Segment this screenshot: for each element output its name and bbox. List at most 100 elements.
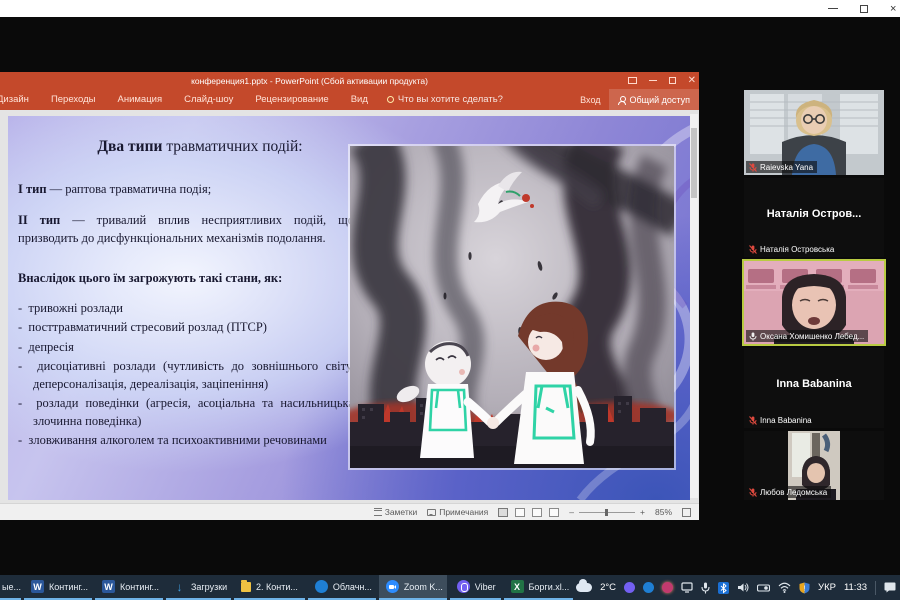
tab-slideshow[interactable]: Слайд-шоу (173, 94, 244, 105)
projector-tray-icon[interactable] (757, 583, 770, 593)
participant-display-name: Наталія Остров... (744, 208, 884, 220)
cloud-tray-icon[interactable] (643, 582, 654, 593)
lightbulb-icon (387, 96, 394, 103)
share-button[interactable]: Общий доступ (609, 89, 699, 110)
taskbar-item-excel[interactable]: X Борги.xl... (504, 575, 574, 600)
muted-mic-icon (749, 245, 757, 254)
participant-name-tag: Любов Ледомська (746, 486, 831, 498)
taskbar-item-word-2[interactable]: W Континг... (95, 575, 163, 600)
ribbon-options-icon[interactable] (628, 77, 637, 84)
microphone-tray-icon[interactable] (701, 582, 710, 594)
zoom-app-icon (386, 580, 399, 593)
powerpoint-titlebar: конференция1.pptx - PowerPoint (Сбой акт… (0, 72, 699, 89)
bullet-item: дисоціативні розлади (чутливість до зовн… (18, 358, 354, 393)
participant-name-tag: Наталія Островська (746, 243, 838, 255)
participant-name-tag: Оксана Хомишенко Лебед... (746, 330, 868, 342)
wifi-tray-icon[interactable] (778, 582, 791, 593)
participant-name-tag: Inna Babanina (746, 414, 816, 426)
powerpoint-window: конференция1.pptx - PowerPoint (Сбой акт… (0, 72, 699, 520)
tray-separator (875, 581, 876, 595)
bullet-item: розлади поведінки (агресія, асоціальна т… (18, 395, 354, 430)
comments-button[interactable]: Примечания (427, 507, 488, 517)
slideshow-view-icon[interactable] (549, 508, 559, 517)
bullet-item: посттравматичний стресовий розлад (ПТСР) (18, 319, 354, 337)
language-indicator[interactable]: УКР (818, 582, 836, 593)
sign-in-button[interactable]: Вход (572, 95, 608, 105)
taskbar-item-word-1[interactable]: W Континг... (24, 575, 92, 600)
bullet-item: зловживання алкоголем та психоактивними … (18, 432, 354, 450)
slide-paragraph-type1: І тип — раптова травматична подія; (18, 180, 354, 198)
display-tray-icon[interactable] (681, 582, 693, 593)
muted-mic-icon (749, 488, 757, 497)
taskbar-item-cloud[interactable]: Облачн... (308, 575, 376, 600)
slide-bullet-list: тривожні розлади посттравматичний стресо… (18, 300, 354, 450)
participant-tile-ledomska[interactable]: Любов Ледомська (744, 431, 884, 500)
slide-paragraph-type2: ІІ тип — тривалий вплив несприятливих по… (18, 211, 354, 247)
cloud-app-icon (315, 580, 328, 593)
window-restore-icon[interactable] (860, 5, 868, 13)
taskbar-item-folder[interactable]: 2. Конти... (234, 575, 305, 600)
tab-design[interactable]: Дизайн (0, 94, 40, 105)
tab-transitions[interactable]: Переходы (40, 94, 107, 105)
taskbar-item-cut[interactable]: ые... (0, 575, 21, 600)
slide-illustration-children-dove (350, 146, 674, 468)
weather-temperature[interactable]: 2°C (600, 582, 616, 593)
window-close-icon[interactable]: × (890, 3, 898, 15)
tab-animations[interactable]: Анимация (107, 94, 174, 105)
powerpoint-ribbon-tabs: Дизайн Переходы Анимация Слайд-шоу Рецен… (0, 89, 699, 110)
app-tray-icon[interactable] (662, 582, 673, 593)
excel-icon: X (511, 580, 524, 593)
notes-button[interactable]: Заметки (374, 507, 418, 517)
taskbar-item-zoom-active[interactable]: Zoom K... (379, 575, 447, 600)
person-icon (618, 96, 626, 104)
muted-mic-icon (749, 163, 757, 172)
tell-me-box[interactable]: Что вы хотите сделать? (387, 94, 503, 105)
participant-tile-babanina[interactable]: Inna Babanina Inna Babanina (744, 348, 884, 428)
taskbar-item-downloads[interactable]: ↓ Загрузки (166, 575, 231, 600)
zoom-slider[interactable] (579, 512, 635, 513)
participant-tile-khomyshenko-active-speaker[interactable]: Оксана Хомишенко Лебед... (744, 261, 884, 344)
bullet-item: депресія (18, 339, 354, 357)
outer-window-titlebar: × (0, 0, 900, 17)
zoom-level[interactable]: 85% (655, 507, 672, 517)
bluetooth-tray-icon[interactable] (718, 582, 729, 594)
comments-icon (427, 509, 436, 516)
window-minimize-icon[interactable] (828, 8, 838, 9)
slide-body-text: І тип — раптова травматична подія; ІІ ти… (18, 180, 354, 452)
powerpoint-status-bar: Заметки Примечания – + 85% (0, 503, 699, 520)
vertical-scrollbar[interactable] (690, 114, 698, 498)
tab-view[interactable]: Вид (340, 94, 379, 105)
weather-cloud-icon[interactable] (576, 583, 592, 592)
pp-restore-icon[interactable] (669, 77, 676, 84)
system-tray: 2°C ! УКР 11:33 (576, 575, 900, 600)
slide-consequences-heading: Внаслідок цього їм загрожують такі стани… (18, 269, 354, 287)
zoom-in-button[interactable]: + (640, 507, 645, 517)
zoom-meeting-screen: × конференция1.pptx - PowerPoint (Сбой а… (0, 0, 900, 600)
participant-tile-ostrovska[interactable]: Наталія Остров... Наталія Островська (744, 178, 884, 257)
pp-close-icon[interactable]: ✕ (688, 76, 696, 86)
slide-editing-area: Два типи травматичних подій: І тип — рап… (0, 110, 699, 503)
mic-icon (749, 332, 757, 341)
word-icon: W (102, 580, 115, 593)
slide-sorter-view-icon[interactable] (515, 508, 525, 517)
speaker-tray-icon[interactable] (737, 582, 749, 593)
participant-name-tag: Raievska Yana (746, 161, 817, 173)
participant-tile-raievska[interactable]: Raievska Yana (744, 90, 884, 175)
fit-slide-icon[interactable] (682, 508, 691, 517)
slide-title: Два типи травматичних подій: (50, 138, 350, 156)
tab-review[interactable]: Рецензирование (244, 94, 339, 105)
zoom-out-button[interactable]: – (569, 507, 574, 517)
notification-center-icon[interactable] (884, 582, 896, 593)
slide: Два типи травматичних подій: І тип — рап… (8, 116, 690, 500)
security-shield-tray-icon[interactable]: ! (799, 582, 810, 594)
pp-minimize-icon[interactable] (649, 80, 657, 81)
download-icon: ↓ (173, 580, 186, 593)
windows-taskbar: ые... W Континг... W Континг... ↓ Загруз… (0, 575, 900, 600)
normal-view-icon[interactable] (498, 508, 508, 517)
reading-view-icon[interactable] (532, 508, 542, 517)
bullet-item: тривожні розлади (18, 300, 354, 318)
powerpoint-title: конференция1.pptx - PowerPoint (Сбой акт… (0, 76, 619, 86)
clock[interactable]: 11:33 (844, 582, 867, 593)
viber-tray-icon[interactable] (624, 582, 635, 593)
taskbar-item-viber[interactable]: Viber (450, 575, 501, 600)
